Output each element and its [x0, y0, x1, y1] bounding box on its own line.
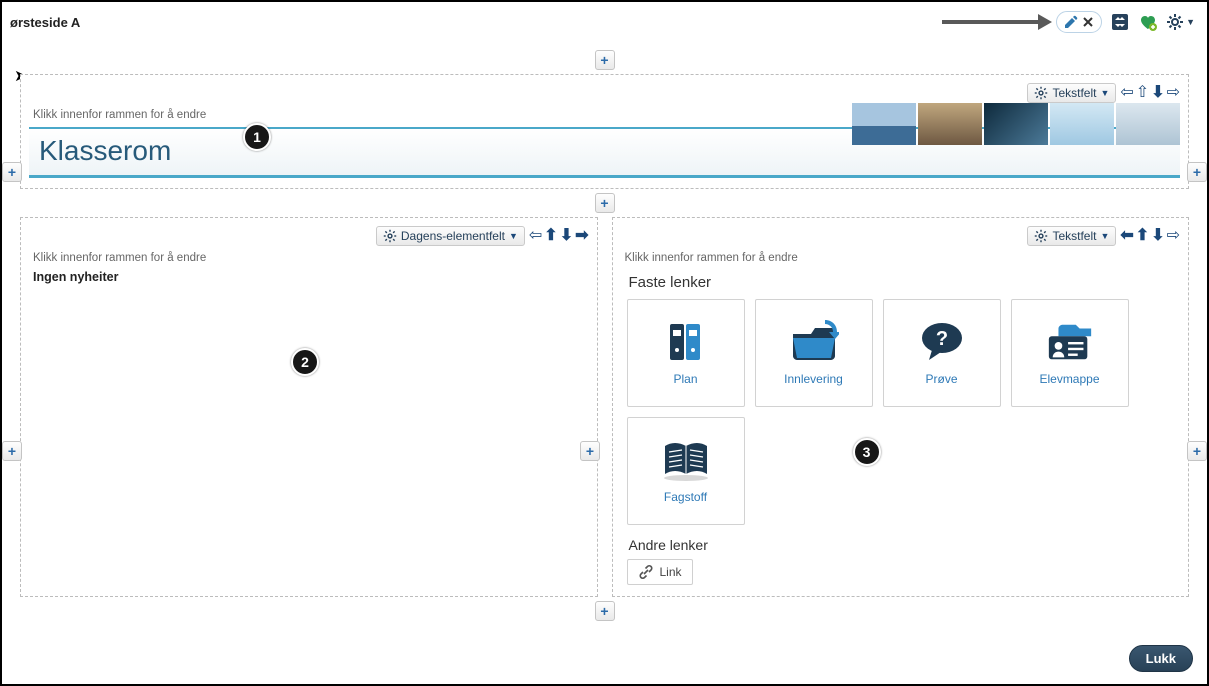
hero-dropdown-label: Tekstfelt [1052, 86, 1096, 100]
add-block-bottom[interactable]: + [595, 601, 615, 621]
news-dropdown-label: Dagens-elementfelt [401, 229, 505, 243]
annotation-arrow [942, 20, 1042, 24]
tile-innlevering[interactable]: Innlevering [755, 299, 873, 407]
news-content: Ingen nyheiter [29, 270, 589, 284]
pencil-icon [1063, 14, 1079, 30]
add-block-mid[interactable]: + [595, 193, 615, 213]
other-link-item[interactable]: Link [627, 559, 693, 585]
tile-elevmappe[interactable]: Elevmappe [1011, 299, 1129, 407]
question-bubble-icon: ? [917, 320, 967, 364]
link-icon [638, 564, 654, 580]
tile-label: Plan [673, 372, 697, 386]
arrow-right-icon[interactable]: ⇨ [1167, 228, 1180, 244]
news-block[interactable]: Dagens-elementfelt ▼ ⇦ ⬆ ⬇ ➡ Klikk innen… [20, 217, 598, 597]
tile-plan[interactable]: Plan [627, 299, 745, 407]
tile-fagstoff[interactable]: Fagstoff [627, 417, 745, 525]
links-block[interactable]: Tekstfelt ▼ ⬅ ⬆ ⬇ ⇨ Klikk innenfor ramme… [612, 217, 1190, 597]
gear-icon [1034, 229, 1048, 243]
plan-icon [661, 320, 711, 364]
top-controls: ▼ [942, 11, 1195, 33]
news-type-dropdown[interactable]: Dagens-elementfelt ▼ [376, 226, 525, 246]
tile-prove[interactable]: ? Prøve [883, 299, 1001, 407]
annotation-badge-1: 1 [243, 123, 271, 151]
svg-text:?: ? [935, 328, 947, 350]
add-block-right-1[interactable]: + [1187, 162, 1207, 182]
links-move-arrows: ⬅ ⬆ ⬇ ⇨ [1120, 228, 1180, 244]
close-icon [1081, 15, 1095, 29]
gear-icon [383, 229, 397, 243]
arrow-down-icon[interactable]: ⬇ [1151, 85, 1164, 101]
folder-arrow-icon [789, 320, 839, 364]
book-icon [661, 438, 711, 482]
links-dropdown-label: Tekstfelt [1052, 229, 1096, 243]
news-hint: Klikk innenfor rammen for å endre [29, 250, 589, 270]
top-bar: ørsteside A ▼ [2, 2, 1207, 36]
tile-label: Innlevering [784, 372, 843, 386]
hero-thumbnails [852, 103, 1180, 145]
gear-icon [1034, 86, 1048, 100]
hero-type-dropdown[interactable]: Tekstfelt ▼ [1027, 83, 1116, 103]
arrow-right-icon[interactable]: ⇨ [1167, 85, 1180, 101]
annotation-badge-3: 3 [853, 438, 881, 466]
tile-grid: Plan Innlevering ? Prøve [621, 299, 1181, 525]
tile-label: Fagstoff [664, 490, 707, 504]
add-block-left-1[interactable]: + [2, 162, 22, 182]
expand-icon[interactable] [1110, 12, 1130, 32]
annotation-badge-2: 2 [291, 348, 319, 376]
tile-label: Prøve [925, 372, 957, 386]
links-type-dropdown[interactable]: Tekstfelt ▼ [1027, 226, 1116, 246]
arrow-up-icon[interactable]: ⇧ [1136, 85, 1149, 101]
links-hint: Klikk innenfor rammen for å endre [621, 250, 1181, 270]
arrow-left-icon[interactable]: ⇦ [1120, 85, 1133, 101]
links-section1-title: Faste lenker [621, 270, 1181, 299]
heart-icon[interactable] [1138, 12, 1158, 32]
arrow-left-icon[interactable]: ⇦ [529, 228, 542, 244]
editor-canvas: + Tekstfelt ▼ ⇦ ⇧ ⬇ ⇨ Klikk innenfor ram… [2, 36, 1207, 621]
edit-mode-pill[interactable] [1056, 11, 1102, 33]
hero-move-arrows: ⇦ ⇧ ⬇ ⇨ [1120, 85, 1180, 101]
hero-title: Klasserom [39, 135, 171, 167]
other-link-label: Link [660, 565, 682, 579]
add-block-left-2[interactable]: + [2, 441, 22, 461]
arrow-right-icon[interactable]: ➡ [575, 228, 588, 244]
add-block-right-2[interactable]: + [1187, 441, 1207, 461]
links-section2-title: Andre lenker [621, 525, 1181, 559]
close-button[interactable]: Lukk [1129, 645, 1193, 672]
arrow-down-icon[interactable]: ⬇ [560, 228, 573, 244]
arrow-up-icon[interactable]: ⬆ [544, 228, 557, 244]
id-folder-icon [1045, 320, 1095, 364]
page-title: ørsteside A [10, 15, 80, 30]
arrow-left-icon[interactable]: ⬅ [1120, 228, 1133, 244]
add-block-top[interactable]: + [595, 50, 615, 70]
hero-block[interactable]: Tekstfelt ▼ ⇦ ⇧ ⬇ ⇨ Klikk innenfor ramme… [20, 74, 1189, 189]
arrow-up-icon[interactable]: ⬆ [1136, 228, 1149, 244]
news-move-arrows: ⇦ ⬆ ⬇ ➡ [529, 228, 589, 244]
tile-label: Elevmappe [1039, 372, 1099, 386]
settings-gear-icon[interactable]: ▼ [1166, 13, 1195, 31]
arrow-down-icon[interactable]: ⬇ [1151, 228, 1164, 244]
add-block-middle-2[interactable]: + [580, 441, 600, 461]
